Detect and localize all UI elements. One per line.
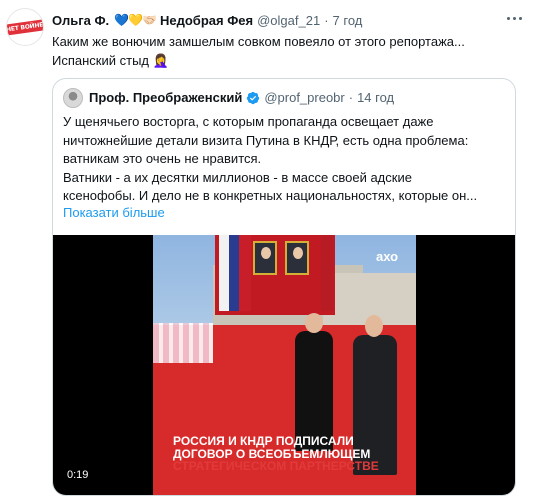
tweet-time[interactable]: 7 год <box>333 13 363 28</box>
quoted-avatar[interactable] <box>63 88 83 108</box>
video-caption-line: РОССИЯ И КНДР ПОДПИСАЛИ <box>173 434 354 448</box>
video-caption-line: СТРАТЕГИЧЕСКОМ ПАРТНЕРСТВЕ <box>173 459 379 473</box>
show-more-link[interactable]: Показати більше <box>63 205 165 220</box>
quoted-handle[interactable]: @prof_preobr <box>264 90 344 105</box>
quoted-time[interactable]: 14 год <box>357 90 394 105</box>
verified-badge-icon <box>247 91 260 104</box>
channel-logo: ахо <box>376 249 399 264</box>
author-name-suffix[interactable]: Недобрая Фея <box>160 13 253 28</box>
author-emoji: 💙💛🤝🏻 <box>114 13 157 27</box>
quoted-text: У щенячьего восторга, с которым пропаган… <box>63 113 509 206</box>
quoted-text-line: ничтожнейшие детали визита Путина в КНДР… <box>63 132 469 148</box>
tweet[interactable]: НЕТ ВОЙНЕ Ольга Ф. 💙💛🤝🏻 Недобрая Фея @ol… <box>0 0 534 504</box>
tweet-text-line: Каким же вонючим замшелым совком повеяло… <box>52 34 465 49</box>
quoted-text-line: ватникам это очень не нравится. <box>63 151 262 166</box>
quoted-text-line: ксенофобы. И дело не в конкретных национ… <box>63 188 478 203</box>
avatar-badge-text: НЕТ ВОЙНЕ <box>7 18 43 36</box>
author-handle[interactable]: @olgaf_21 <box>257 13 320 28</box>
author-name[interactable]: Ольга Ф. <box>52 13 109 28</box>
tweet-text-line: Испанский стыд 🤦‍♀️ <box>52 53 169 68</box>
tweet-text: Каким же вонючим замшелым совком повеяло… <box>52 32 522 70</box>
separator-dot: · <box>324 12 329 28</box>
separator-dot: · <box>348 90 354 105</box>
quoted-tweet[interactable]: Проф. Преображенский @prof_preobr · 14 г… <box>52 78 516 496</box>
quoted-header: Проф. Преображенский @prof_preobr · 14 г… <box>89 90 394 105</box>
more-options-icon[interactable] <box>504 10 524 26</box>
quoted-text-line: Ватники - а их десятки миллионов - в мас… <box>63 169 412 185</box>
avatar[interactable]: НЕТ ВОЙНЕ <box>6 8 44 46</box>
quoted-text-line: У щенячьего восторга, с которым пропаган… <box>63 114 434 129</box>
quoted-author-name[interactable]: Проф. Преображенский <box>89 90 242 105</box>
video-player[interactable]: ахо РОССИЯ И КНДР ПОДПИСАЛИ ДОГОВОР О ВС… <box>53 235 515 495</box>
tweet-header: Ольга Ф. 💙💛🤝🏻 Недобрая Фея @olgaf_21 · 7… <box>52 11 362 29</box>
video-caption: РОССИЯ И КНДР ПОДПИСАЛИ ДОГОВОР О ВСЕОБЪ… <box>173 435 405 473</box>
video-duration: 0:19 <box>63 467 93 483</box>
